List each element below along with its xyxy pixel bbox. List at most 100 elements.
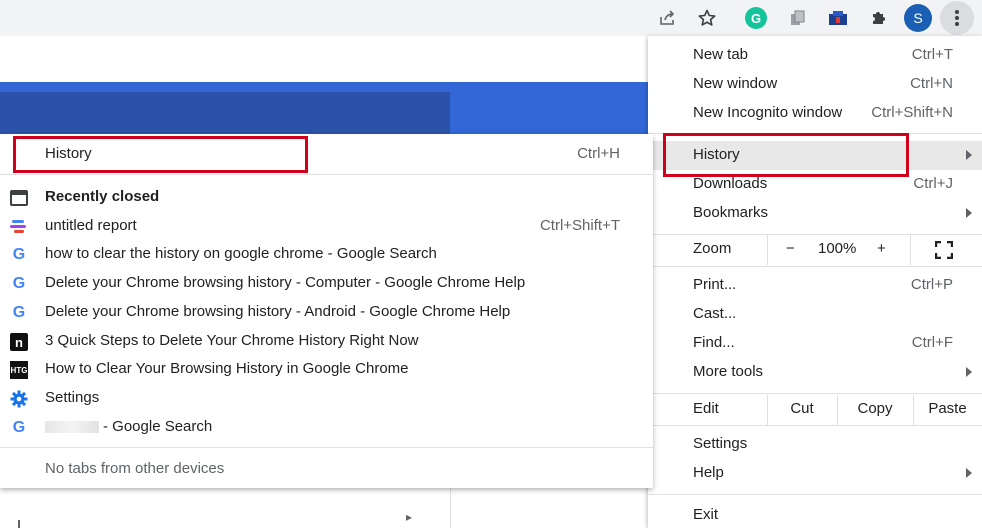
menu-item-label: Settings bbox=[693, 435, 748, 452]
submenu-item-shortcut: Ctrl+H bbox=[577, 145, 620, 162]
chevron-right-icon[interactable]: ▸ bbox=[406, 510, 412, 524]
menu-item-help[interactable]: Help bbox=[648, 459, 982, 488]
menu-item-shortcut: Ctrl+Shift+N bbox=[871, 104, 953, 121]
menu-item-cast[interactable]: Cast... bbox=[648, 300, 982, 329]
google-icon: G bbox=[12, 304, 26, 321]
list-item[interactable]: Settings bbox=[0, 384, 653, 413]
menu-item-shortcut: Ctrl+N bbox=[910, 75, 953, 92]
chrome-main-menu: New tab Ctrl+T New window Ctrl+N New Inc… bbox=[648, 36, 982, 528]
page-banner-inner bbox=[0, 92, 450, 134]
menu-item-more-tools[interactable]: More tools bbox=[648, 358, 982, 387]
menu-item-shortcut: Ctrl+F bbox=[911, 334, 953, 351]
more-vert-icon[interactable] bbox=[940, 1, 974, 35]
menu-item-label: Find... bbox=[693, 334, 735, 351]
menu-divider bbox=[648, 425, 982, 426]
submenu-arrow-icon bbox=[966, 208, 972, 218]
grammarly-icon[interactable]: G bbox=[745, 7, 767, 29]
menu-item-label: New tab bbox=[693, 46, 749, 63]
edit-label: Edit bbox=[693, 400, 719, 417]
zoom-label: Zoom bbox=[693, 240, 732, 257]
submenu-arrow-icon bbox=[966, 367, 972, 377]
menu-item-new-incognito[interactable]: New Incognito window Ctrl+Shift+N bbox=[648, 99, 982, 128]
menu-divider bbox=[0, 174, 653, 175]
list-item[interactable]: untitled report Ctrl+Shift+T bbox=[0, 212, 653, 241]
browser-toolbar: G S bbox=[0, 0, 982, 36]
copy-button[interactable]: Copy bbox=[837, 400, 913, 417]
list-item-shortcut: Ctrl+Shift+T bbox=[539, 217, 620, 234]
zoom-level: 100% bbox=[818, 240, 857, 257]
redacted-text bbox=[45, 421, 99, 434]
menu-item-shortcut: Ctrl+T bbox=[911, 46, 953, 63]
edit-row: Edit Cut Copy Paste bbox=[648, 395, 982, 425]
menu-item-shortcut: Ctrl+P bbox=[910, 276, 953, 293]
menu-item-label: Print... bbox=[693, 276, 737, 293]
menu-item-label: Help bbox=[693, 464, 724, 481]
recently-closed-header: Recently closed bbox=[0, 183, 653, 212]
google-icon: G bbox=[12, 275, 26, 292]
menu-item-bookmarks[interactable]: Bookmarks bbox=[648, 199, 982, 228]
list-item[interactable]: HTG How to Clear Your Browsing History i… bbox=[0, 355, 653, 384]
menu-item-label: Cast... bbox=[693, 305, 737, 322]
submenu-arrow-icon bbox=[966, 468, 972, 478]
list-item-label: Delete your Chrome browsing history - An… bbox=[45, 303, 511, 320]
zoom-divider bbox=[910, 235, 911, 265]
list-item[interactable]: G - Google Search bbox=[0, 413, 653, 442]
menu-item-exit[interactable]: Exit bbox=[648, 501, 982, 528]
highlight-box bbox=[13, 136, 308, 173]
cut-button[interactable]: Cut bbox=[767, 400, 837, 417]
list-item-label: Settings bbox=[45, 389, 100, 406]
menu-item-find[interactable]: Find... Ctrl+F bbox=[648, 329, 982, 358]
menu-item-label: Downloads bbox=[693, 175, 768, 192]
menu-item-new-tab[interactable]: New tab Ctrl+T bbox=[648, 41, 982, 70]
zoom-out-button[interactable]: − bbox=[786, 240, 795, 257]
menu-divider bbox=[648, 393, 982, 394]
menu-item-print[interactable]: Print... Ctrl+P bbox=[648, 271, 982, 300]
menu-item-new-window[interactable]: New window Ctrl+N bbox=[648, 70, 982, 99]
list-item[interactable]: G how to clear the history on google chr… bbox=[0, 240, 653, 269]
menu-divider bbox=[0, 447, 653, 448]
menu-item-label: New Incognito window bbox=[693, 104, 843, 121]
page-panel bbox=[450, 488, 650, 528]
list-item[interactable]: n 3 Quick Steps to Delete Your Chrome Hi… bbox=[0, 327, 653, 356]
google-icon: G bbox=[12, 419, 26, 436]
share-icon[interactable] bbox=[654, 5, 680, 31]
fullscreen-icon[interactable] bbox=[934, 240, 954, 260]
no-tabs-label: No tabs from other devices bbox=[45, 460, 225, 477]
menu-item-settings[interactable]: Settings bbox=[648, 430, 982, 459]
extension-icon[interactable] bbox=[825, 5, 851, 31]
list-item-label: how to clear the history on google chrom… bbox=[45, 245, 437, 262]
highlight-box bbox=[663, 133, 909, 177]
docs-icon bbox=[10, 218, 28, 236]
recently-closed-label: Recently closed bbox=[45, 188, 160, 205]
list-item[interactable]: G Delete your Chrome browsing history - … bbox=[0, 269, 653, 298]
list-item-label: 3 Quick Steps to Delete Your Chrome Hist… bbox=[45, 332, 419, 349]
list-item-label: How to Clear Your Browsing History in Go… bbox=[45, 360, 409, 377]
avatar[interactable]: S bbox=[904, 4, 932, 32]
zoom-divider bbox=[767, 235, 768, 265]
zoom-in-button[interactable]: + bbox=[877, 240, 886, 257]
settings-gear-icon bbox=[10, 390, 28, 408]
n-icon: n bbox=[10, 333, 28, 351]
tab-window-icon bbox=[10, 189, 28, 207]
page-mark bbox=[18, 520, 20, 528]
htg-icon: HTG bbox=[10, 361, 28, 379]
list-item-label: Delete your Chrome browsing history - Co… bbox=[45, 274, 526, 291]
menu-item-shortcut: Ctrl+J bbox=[913, 175, 953, 192]
menu-item-label: Bookmarks bbox=[693, 204, 769, 221]
paste-button[interactable]: Paste bbox=[913, 400, 982, 417]
list-item[interactable]: G Delete your Chrome browsing history - … bbox=[0, 298, 653, 327]
google-icon: G bbox=[12, 246, 26, 263]
menu-item-label: New window bbox=[693, 75, 778, 92]
list-item-label: untitled report bbox=[45, 217, 137, 234]
menu-divider bbox=[648, 266, 982, 267]
no-tabs-message: No tabs from other devices bbox=[0, 455, 653, 484]
puzzle-icon[interactable] bbox=[866, 5, 892, 31]
history-submenu: History Ctrl+H Recently closed untitled … bbox=[0, 134, 653, 488]
star-icon[interactable] bbox=[694, 5, 720, 31]
list-item-label: - Google Search bbox=[103, 418, 213, 435]
extension-icon[interactable] bbox=[785, 5, 811, 31]
menu-item-label: Exit bbox=[693, 506, 719, 523]
zoom-row: Zoom − 100% + bbox=[648, 235, 982, 265]
submenu-arrow-icon bbox=[966, 150, 972, 160]
menu-item-label: More tools bbox=[693, 363, 764, 380]
